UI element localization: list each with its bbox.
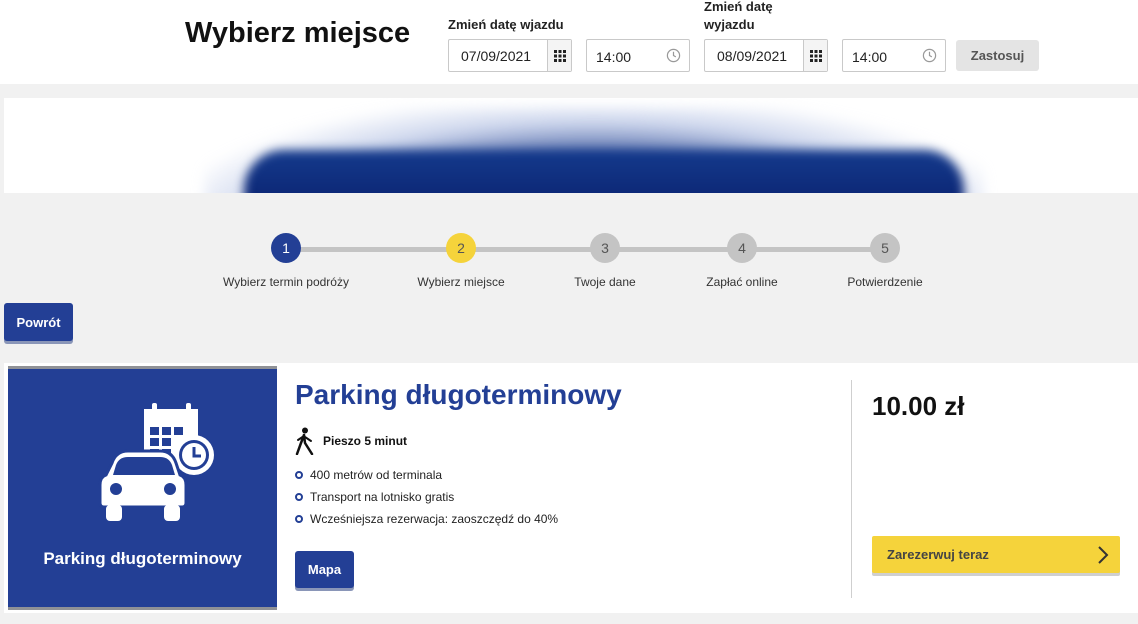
back-button[interactable]: Powrót — [4, 303, 73, 341]
feature-list: 400 metrów od terminala Transport na lot… — [295, 464, 558, 530]
arrival-date-label: Zmień datę wjazdu — [448, 17, 564, 32]
step-3-label: Twoje dane — [574, 275, 636, 289]
step-5-label: Potwierdzenie — [847, 275, 923, 289]
hero-banner — [4, 98, 1138, 193]
chevron-right-icon — [1096, 545, 1110, 568]
progress-line — [286, 247, 886, 252]
departure-date-label: Zmień datę wyjazdu — [704, 0, 773, 34]
reserve-button[interactable]: Zarezerwuj teraz — [872, 536, 1120, 573]
departure-date-value: 08/09/2021 — [717, 48, 788, 64]
feature-text: Wcześniejsza rezerwacja: zaoszczędź do 4… — [310, 512, 559, 526]
product-image: Parking długoterminowy — [8, 366, 277, 610]
list-item: Transport na lotnisko gratis — [295, 486, 558, 508]
step-1-label: Wybierz termin podróży — [223, 275, 349, 289]
divider — [851, 380, 852, 598]
header: Wybierz miejsce Zmień datę wjazdu 07/09/… — [0, 0, 1138, 84]
departure-time-value: 14:00 — [852, 49, 888, 65]
calendar-grid-icon[interactable] — [803, 40, 827, 71]
departure-label-line1: Zmień datę — [704, 0, 773, 14]
step-4-label: Zapłać online — [706, 275, 778, 289]
arrival-time-value: 14:00 — [596, 49, 632, 65]
feature-text: 400 metrów od terminala — [310, 468, 443, 482]
map-button[interactable]: Mapa — [295, 551, 354, 588]
feature-text: Transport na lotnisko gratis — [310, 490, 455, 504]
departure-label-line2: wyjazdu — [704, 17, 755, 32]
product-image-title: Parking długoterminowy — [43, 549, 242, 568]
step-4-dot: 4 — [727, 233, 757, 263]
list-item: Wcześniejsza rezerwacja: zaoszczędź do 4… — [295, 508, 558, 530]
price: 10.00 zł — [872, 391, 965, 421]
walking-person-icon — [295, 427, 314, 455]
step-1-dot: 1 — [271, 233, 301, 263]
bullet-icon — [295, 493, 303, 501]
parking-offer-card: Parking długoterminowy Parking długoterm… — [4, 363, 1138, 613]
product-title: Parking długoterminowy — [295, 379, 622, 410]
arrival-date-field[interactable]: 07/09/2021 — [448, 39, 572, 72]
departure-date-field[interactable]: 08/09/2021 — [704, 39, 828, 72]
car-calendar-icon — [98, 403, 214, 521]
apply-button[interactable]: Zastosuj — [956, 40, 1039, 71]
walk-distance: Pieszo 5 minut — [295, 426, 407, 456]
clock-icon — [922, 48, 937, 68]
list-item: 400 metrów od terminala — [295, 464, 558, 486]
clock-icon — [666, 48, 681, 68]
bullet-icon — [295, 515, 303, 523]
walk-text: Pieszo 5 minut — [323, 434, 408, 448]
step-2-dot: 2 — [446, 233, 476, 263]
page-title: Wybierz miejsce — [185, 17, 411, 49]
arrival-date-value: 07/09/2021 — [461, 48, 532, 64]
arrival-time-field[interactable]: 14:00 — [586, 39, 690, 72]
reserve-button-label: Zarezerwuj teraz — [887, 547, 989, 562]
departure-time-field[interactable]: 14:00 — [842, 39, 946, 72]
step-5-dot: 5 — [870, 233, 900, 263]
step-3-dot: 3 — [590, 233, 620, 263]
calendar-grid-icon[interactable] — [547, 40, 571, 71]
banner-shape — [244, 150, 964, 193]
step-2-label: Wybierz miejsce — [417, 275, 505, 289]
bullet-icon — [295, 471, 303, 479]
